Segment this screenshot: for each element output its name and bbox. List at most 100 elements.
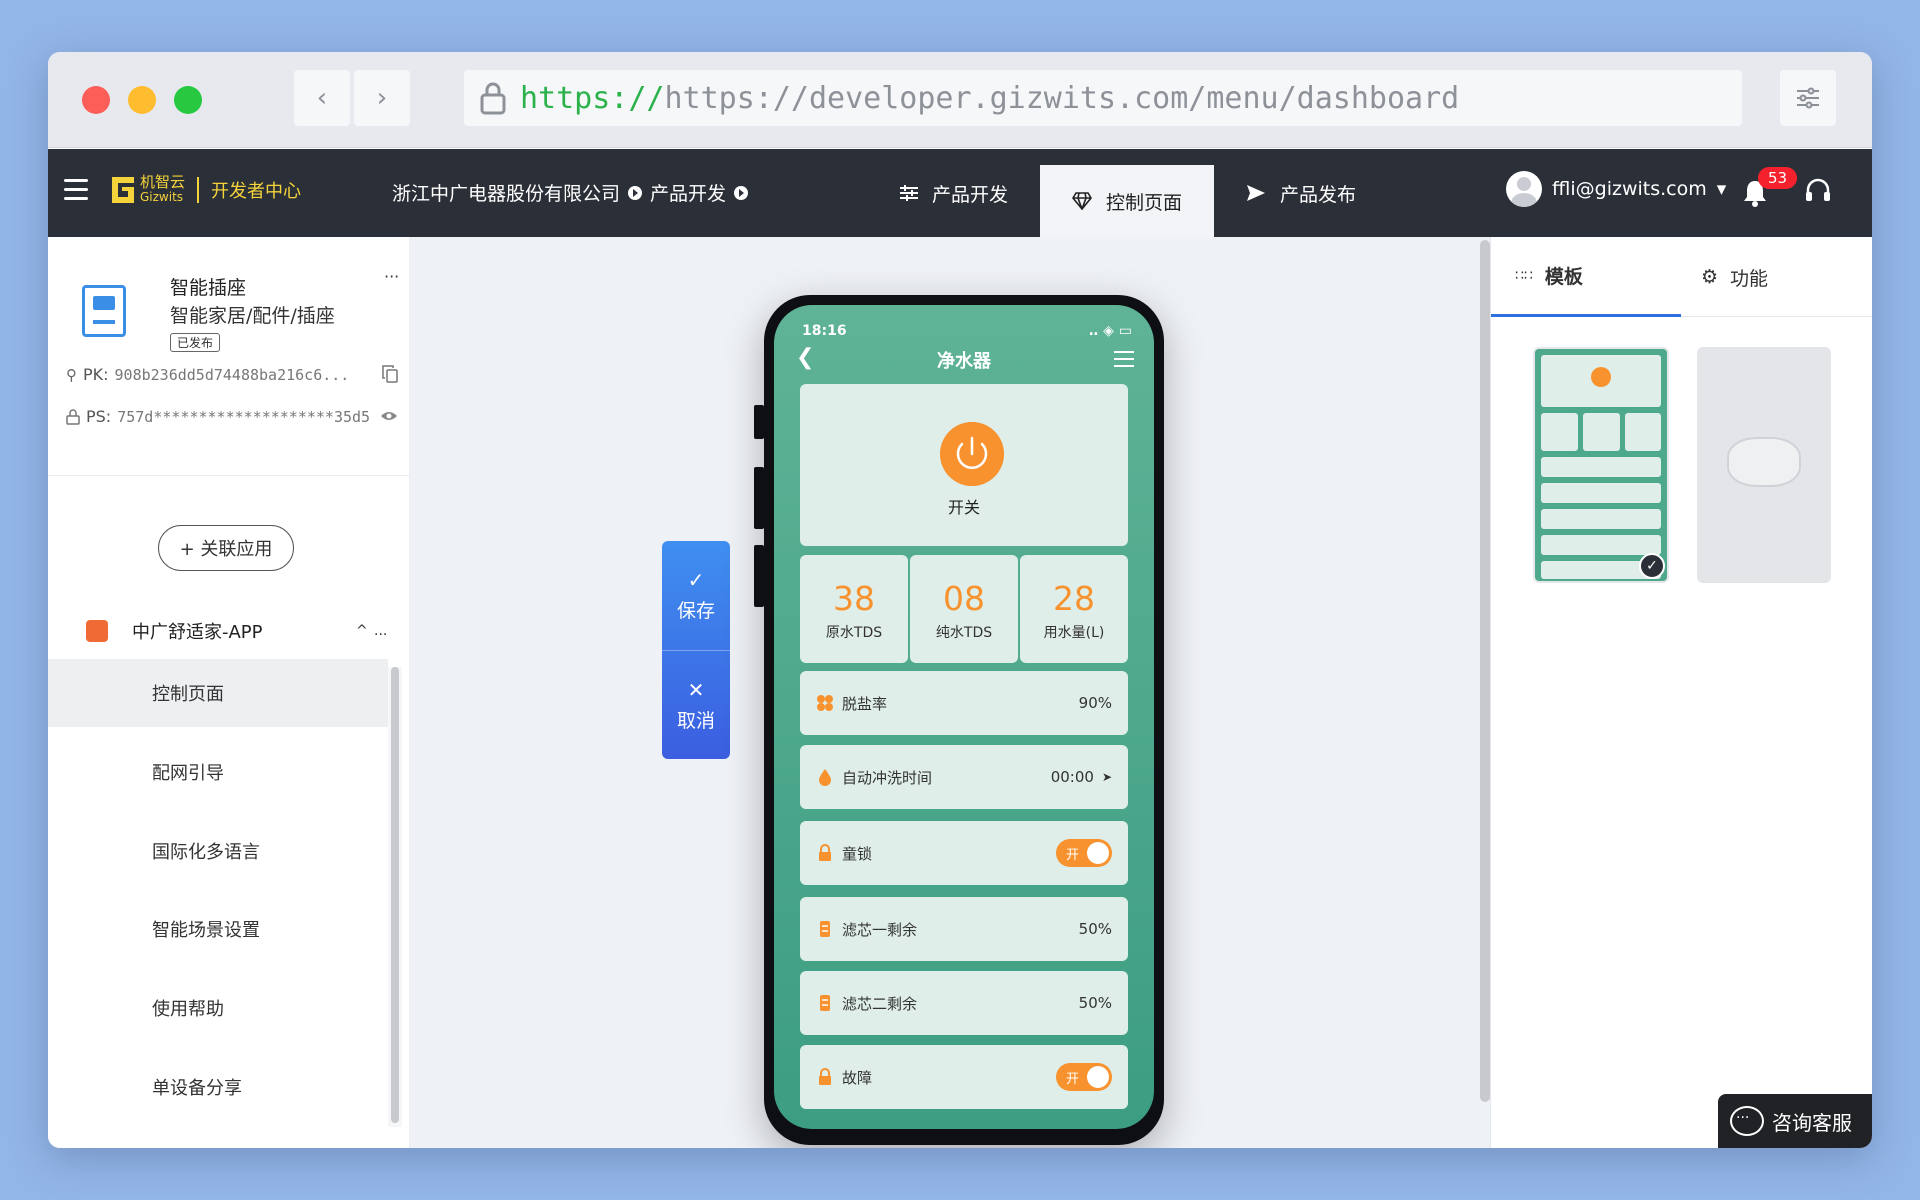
- maximize-window-button[interactable]: [174, 86, 202, 114]
- user-menu[interactable]: ffli@gizwits.com ▾: [1506, 171, 1726, 207]
- thumbnail-power-card: [1541, 355, 1661, 407]
- minimize-window-button[interactable]: [128, 86, 156, 114]
- close-window-button[interactable]: [82, 86, 110, 114]
- phone-preview: 18:16 ‥ ◈ ▭ ❮ 净水器 开关 38 原水TDS 08 纯水TDS 2…: [754, 295, 1164, 1145]
- sidebar-scrollbar[interactable]: [388, 667, 402, 1127]
- sidebar-item-label: 智能场景设置: [152, 920, 260, 941]
- fan-icon: [817, 695, 833, 711]
- right-panel-tabs: ∷∷ 模板 ⚙ 功能: [1491, 237, 1872, 317]
- notification-badge: 53: [1758, 167, 1798, 189]
- tab-label: 控制页面: [1106, 191, 1183, 214]
- sidebar-item-help[interactable]: 使用帮助: [48, 974, 388, 1042]
- stat-value: 38: [833, 579, 875, 618]
- chevron-up-icon[interactable]: ^: [356, 623, 368, 639]
- status-badge: 已发布: [170, 333, 221, 352]
- avatar: [1506, 171, 1542, 207]
- sidebar-item-device-share[interactable]: 单设备分享: [48, 1053, 388, 1121]
- row-desalination[interactable]: 脱盐率 90%: [800, 671, 1128, 735]
- forward-button[interactable]: ›: [354, 70, 410, 126]
- thumbnail-stat: [1625, 413, 1661, 451]
- caret-down-icon: ▾: [1716, 178, 1727, 200]
- address-bar[interactable]: https://https://developer.gizwits.com/me…: [464, 70, 1742, 126]
- action-panel: ✓ 保存 ✕ 取消: [662, 541, 730, 759]
- breadcrumb-product[interactable]: 产品开发: [650, 179, 726, 206]
- browser-menu-button[interactable]: [1780, 70, 1836, 126]
- sidebar-item-control-page[interactable]: 控制页面: [48, 659, 388, 727]
- tab-functions[interactable]: ⚙ 功能: [1701, 237, 1768, 317]
- row-auto-flush[interactable]: 自动冲洗时间 00:00 ➤: [800, 745, 1128, 809]
- row-value: 00:00: [1050, 768, 1094, 786]
- sidebar-item-i18n[interactable]: 国际化多语言: [48, 817, 388, 885]
- tab-label: 产品发布: [1280, 183, 1357, 206]
- scrollbar-thumb[interactable]: [391, 667, 399, 1123]
- stat-label: 原水TDS: [825, 625, 883, 641]
- row-filter-one[interactable]: 滤芯一剩余 50%: [800, 897, 1128, 961]
- phone-time: 18:16: [802, 323, 847, 339]
- breadcrumb-company[interactable]: 浙江中广电器股份有限公司: [392, 179, 620, 206]
- stat-pure-tds: 08 纯水TDS: [910, 555, 1018, 663]
- stat-water-usage: 28 用水量(L): [1020, 555, 1128, 663]
- lock-icon: [480, 82, 506, 115]
- power-button-icon[interactable]: [940, 422, 1004, 486]
- right-panel: ∷∷ 模板 ⚙ 功能 ✓: [1490, 237, 1872, 1148]
- tab-label: 产品开发: [932, 183, 1009, 206]
- row-label: 童锁: [842, 844, 873, 863]
- filter-cartridge-icon: [820, 921, 830, 937]
- stat-value: 08: [943, 579, 985, 618]
- gizwits-logo[interactable]: 机智云 Gizwits 开发者中心: [110, 175, 301, 205]
- play-circle-icon: [628, 185, 643, 200]
- thumbnail-stat: [1583, 413, 1620, 451]
- cancel-button[interactable]: ✕ 取消: [662, 651, 730, 759]
- power-card: 开关: [800, 384, 1128, 546]
- app-icon: [86, 620, 108, 642]
- app-group-header[interactable]: 中广舒适家-APP ^ ...: [48, 603, 388, 659]
- url-text: https://developer.gizwits.com/menu/dashb…: [664, 80, 1460, 116]
- sidebar-item-network-guide[interactable]: 配网引导: [48, 738, 388, 806]
- template-thumbnail-placeholder[interactable]: [1697, 347, 1831, 583]
- product-more-button[interactable]: ···: [384, 267, 399, 286]
- chevron-right-circle-icon: ➤: [1101, 770, 1112, 784]
- sidebar-item-scenes[interactable]: 智能场景设置: [48, 895, 388, 963]
- pk-value: 908b236dd5d74488ba216c6...: [114, 365, 350, 384]
- settings-sliders-icon[interactable]: [1114, 351, 1134, 369]
- tab-product-dev[interactable]: 产品开发: [868, 149, 1040, 237]
- hamburger-menu-icon[interactable]: [64, 179, 88, 201]
- tab-templates[interactable]: ∷∷ 模板: [1491, 237, 1681, 317]
- row-label: 滤芯一剩余: [842, 920, 918, 939]
- row-filter-two[interactable]: 滤芯二剩余 50%: [800, 971, 1128, 1035]
- row-value: 50%: [1078, 920, 1112, 938]
- ps-value: 757d********************35d5: [117, 407, 371, 426]
- stat-raw-tds: 38 原水TDS: [800, 555, 908, 663]
- canvas-scrollbar[interactable]: [1480, 240, 1490, 1102]
- water-drop-icon: [819, 769, 831, 786]
- sliders-icon: [900, 185, 918, 201]
- tab-product-release[interactable]: 产品发布: [1214, 149, 1388, 237]
- app-name: 中广舒适家-APP: [132, 622, 263, 643]
- child-lock-toggle[interactable]: 开: [1056, 839, 1112, 867]
- back-button[interactable]: ‹: [294, 70, 350, 126]
- app-more-button[interactable]: ...: [374, 623, 387, 639]
- sidebar-item-label: 单设备分享: [152, 1078, 242, 1099]
- product-category: 智能家居/配件/插座: [170, 305, 335, 327]
- sidebar-item-label: 配网引导: [152, 763, 224, 784]
- link-app-button[interactable]: + 关联应用: [158, 525, 294, 571]
- fault-toggle[interactable]: 开: [1056, 1063, 1112, 1091]
- pk-label: PK:: [83, 365, 109, 384]
- save-button[interactable]: ✓ 保存: [662, 541, 730, 649]
- stat-value: 28: [1053, 579, 1095, 618]
- cancel-label: 取消: [676, 709, 715, 732]
- tab-control-page[interactable]: 控制页面: [1040, 165, 1215, 237]
- template-thumbnail-water-purifier[interactable]: ✓: [1533, 347, 1669, 583]
- copy-icon[interactable]: [382, 365, 398, 383]
- user-email: ffli@gizwits.com: [1552, 178, 1707, 200]
- headset-icon[interactable]: [1804, 177, 1832, 205]
- browser-window: ‹ › https://https://developer.gizwits.co…: [48, 52, 1872, 1148]
- row-child-lock[interactable]: 童锁 开: [800, 821, 1128, 885]
- lock-icon: [819, 844, 831, 861]
- key-icon: ⚲: [66, 365, 77, 384]
- eye-icon[interactable]: [380, 410, 398, 422]
- consult-support-button[interactable]: 咨询客服: [1718, 1094, 1872, 1148]
- sidebar-item-label: 控制页面: [152, 684, 224, 705]
- row-fault[interactable]: 故障 开: [800, 1045, 1128, 1109]
- diamond-icon: [1072, 192, 1092, 210]
